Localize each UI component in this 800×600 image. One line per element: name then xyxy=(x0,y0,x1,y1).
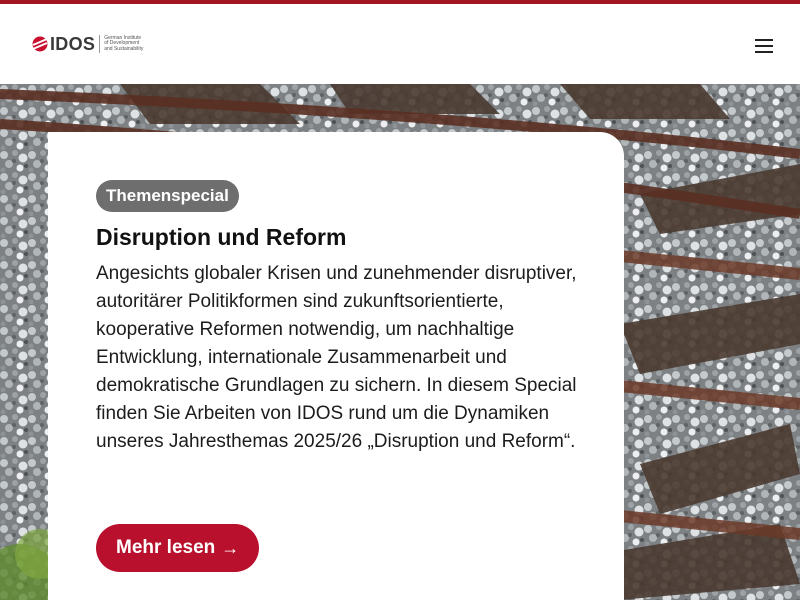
logo-wordmark: IDOS xyxy=(50,34,96,54)
logo-divider xyxy=(99,35,101,53)
site-logo[interactable]: IDOS German Institute of Development and… xyxy=(32,34,143,54)
category-badge: Themenspecial xyxy=(96,180,239,212)
card-title: Disruption und Reform xyxy=(96,224,347,250)
feature-card: Themenspecial Disruption und Reform Ange… xyxy=(48,132,624,600)
read-more-label: Mehr lesen xyxy=(116,537,216,558)
logo-tagline-line: and Sustainability xyxy=(104,45,144,52)
card-description: Angesichts globaler Krisen und zunehmend… xyxy=(96,263,577,452)
logo-mark-icon xyxy=(32,36,48,52)
hamburger-menu-icon[interactable] xyxy=(752,34,776,58)
read-more-button[interactable]: Mehr lesen → xyxy=(96,524,260,572)
logo-tagline: German Institute of Development and Sust… xyxy=(104,35,144,52)
site-header: IDOS German Institute of Development and… xyxy=(0,4,800,84)
arrow-right-icon: → xyxy=(221,538,240,558)
